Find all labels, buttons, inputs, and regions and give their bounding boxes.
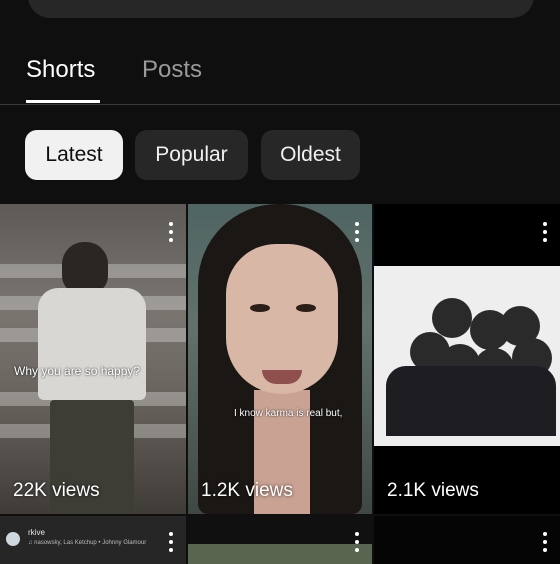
more-options-icon[interactable] [168, 222, 174, 244]
video-caption: Why you are so happy? [14, 364, 141, 378]
short-thumbnail[interactable]: Why you are so happy? 22K views [0, 204, 186, 514]
chip-latest[interactable]: Latest [25, 130, 123, 180]
channel-tabs: Shorts Posts [0, 40, 560, 104]
tabs-divider [0, 104, 560, 105]
short-thumbnail[interactable] [188, 516, 372, 564]
view-count: 22K views [13, 480, 100, 501]
person-shirt [38, 288, 146, 400]
search-bar[interactable] [28, 0, 534, 18]
channel-name: rkive [28, 528, 45, 537]
sort-chips: Latest Popular Oldest [0, 130, 560, 180]
view-count: 1.2K views [201, 480, 293, 501]
more-options-icon[interactable] [354, 532, 360, 554]
short-thumbnail[interactable] [374, 516, 560, 564]
eye [250, 304, 270, 312]
chip-popular[interactable]: Popular [135, 130, 248, 180]
person-head [62, 242, 108, 294]
thumbnail-image [188, 544, 372, 564]
view-count: 2.1K views [387, 480, 479, 501]
avatar [6, 532, 20, 546]
more-options-icon[interactable] [354, 222, 360, 244]
group-photo [374, 266, 560, 446]
shorts-grid: Why you are so happy? 22K views I know k… [0, 204, 560, 564]
group-clothing [386, 366, 556, 436]
eye [296, 304, 316, 312]
video-caption: I know karma is real but, [234, 408, 343, 419]
short-thumbnail[interactable]: 2.1K views [374, 204, 560, 514]
chip-oldest[interactable]: Oldest [261, 130, 360, 180]
more-options-icon[interactable] [542, 532, 548, 554]
more-options-icon[interactable] [542, 222, 548, 244]
tab-shorts[interactable]: Shorts [26, 54, 95, 104]
short-thumbnail[interactable]: I know karma is real but, 1.2K views [188, 204, 372, 514]
short-thumbnail[interactable]: rkive ♫ nasowsky, Las Ketchup • Johnny G… [0, 516, 186, 564]
tab-selected-indicator [26, 100, 100, 103]
tab-posts[interactable]: Posts [142, 54, 202, 104]
person [432, 298, 472, 338]
more-options-icon[interactable] [168, 532, 174, 554]
music-label: ♫ nasowsky, Las Ketchup • Johnny Glamour [28, 540, 147, 546]
